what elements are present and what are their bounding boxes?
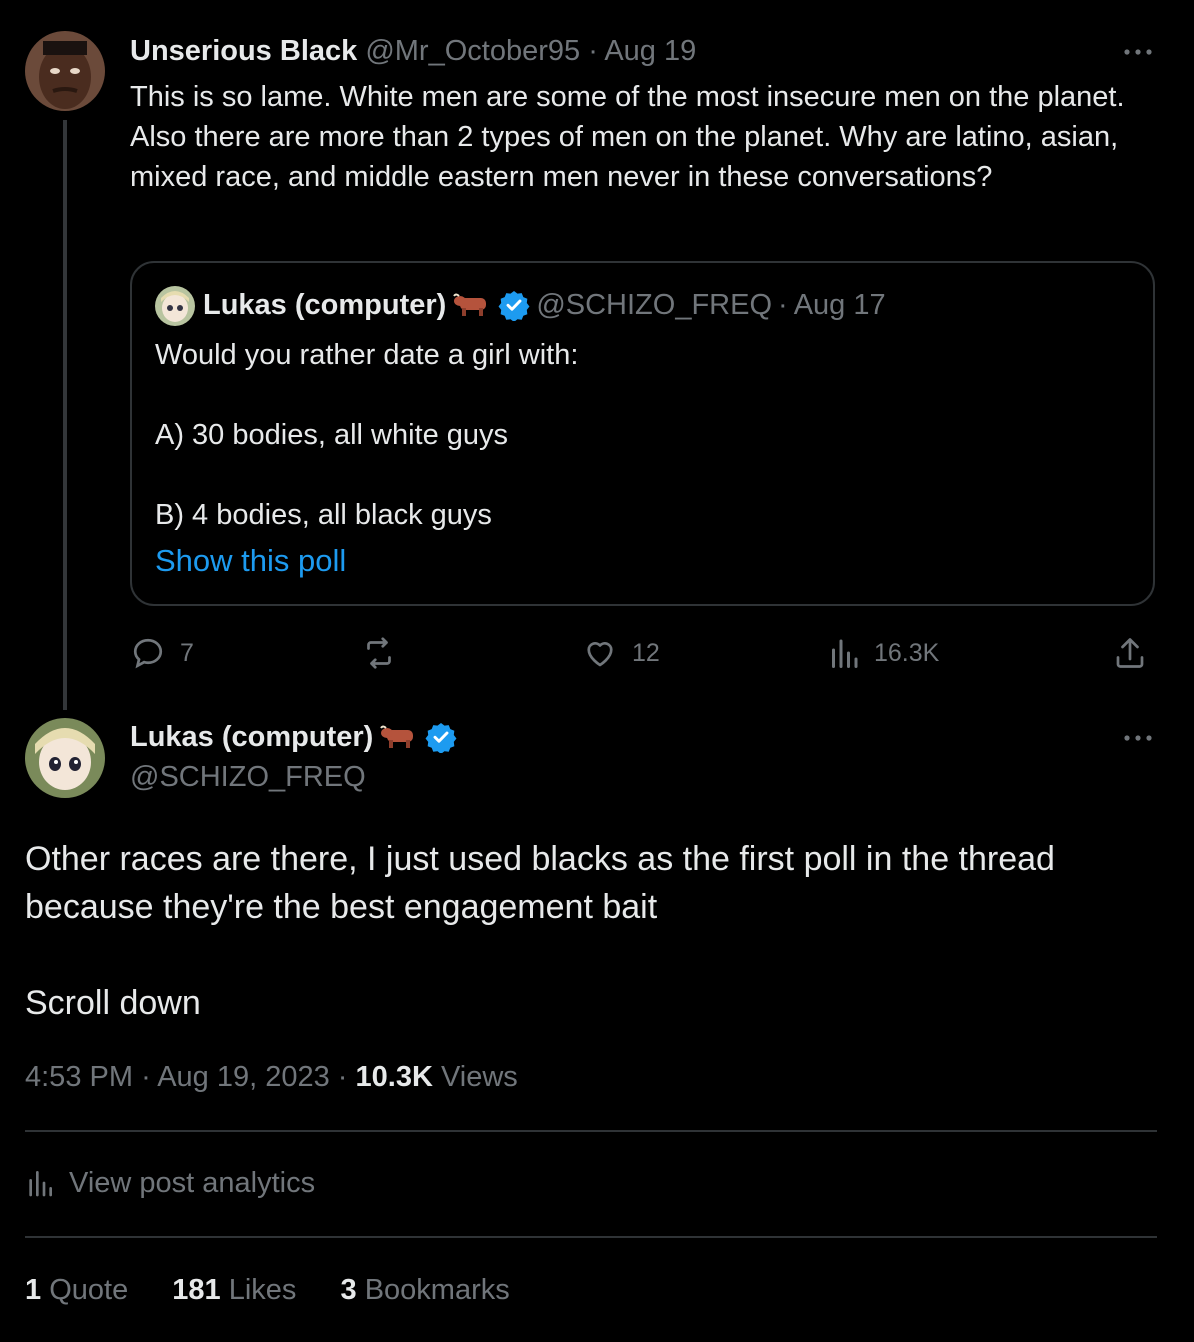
separator-dot: · (778, 289, 788, 321)
views-button[interactable]: 16.3K (828, 635, 939, 671)
likes-stat[interactable]: 181 Likes (172, 1274, 304, 1306)
analytics-icon (25, 1167, 55, 1199)
main-tweet-text: Other races are there, I just used black… (25, 835, 1165, 1027)
reply-icon (130, 635, 166, 671)
repost-button[interactable] (360, 635, 412, 671)
verified-badge-icon (425, 721, 457, 753)
quotes-count: 1 (25, 1274, 42, 1306)
more-icon[interactable] (1122, 730, 1154, 746)
like-count: 12 (632, 638, 660, 667)
separator-dot: · (588, 35, 598, 67)
quote-line-3: B) 4 bodies, all black guys (155, 499, 492, 531)
view-analytics-link[interactable]: View post analytics (25, 1163, 315, 1203)
parent-author-handle[interactable]: @Mr_October95 (365, 35, 580, 67)
tweet-date[interactable]: Aug 19, 2023 (157, 1061, 330, 1093)
like-icon (582, 635, 618, 671)
analytics-label: View post analytics (69, 1167, 316, 1199)
main-author-handle[interactable]: @SCHIZO_FREQ (130, 759, 366, 795)
quote-avatar (155, 286, 195, 326)
main-text-paragraph-1: Other races are there, I just used black… (25, 840, 1055, 926)
share-button[interactable] (1112, 635, 1148, 671)
share-icon (1112, 635, 1148, 671)
bookmarks-stat[interactable]: 3 Bookmarks (340, 1274, 509, 1306)
main-author-row: Lukas (computer) (130, 719, 457, 755)
quotes-stat[interactable]: 1 Quote (25, 1274, 136, 1306)
parent-header: Unserious Black @Mr_October95 · Aug 19 (130, 33, 696, 69)
likes-count: 181 (172, 1274, 221, 1306)
show-poll-link[interactable]: Show this poll (155, 541, 346, 581)
ox-emoji-icon (379, 724, 419, 750)
views-label: Views (440, 1061, 518, 1093)
quote-header: Lukas (computer) @SCHIZO_FREQ · Aug 17 (203, 287, 886, 323)
bookmarks-label: Bookmarks (364, 1274, 510, 1306)
tweet-time[interactable]: 4:53 PM (25, 1061, 133, 1093)
separator-dot: · (337, 1061, 356, 1093)
views-count: 16.3K (874, 638, 940, 667)
main-author-name[interactable]: Lukas (computer) (130, 719, 373, 755)
bookmarks-count: 3 (340, 1274, 357, 1306)
quote-author-name: Lukas (computer) (203, 289, 447, 321)
divider (25, 1236, 1157, 1238)
views-total: 10.3K (355, 1061, 433, 1093)
quotes-label: Quote (49, 1274, 129, 1306)
quote-line-1: Would you rather date a girl with: (155, 339, 579, 371)
divider (25, 1130, 1157, 1132)
thread-line (63, 120, 67, 710)
tweet-meta: 4:53 PM · Aug 19, 2023 · 10.3K Views (25, 1058, 518, 1096)
views-icon (828, 635, 860, 671)
parent-avatar[interactable] (25, 31, 105, 111)
separator-dot: · (141, 1061, 158, 1093)
verified-badge-icon (498, 289, 530, 321)
reply-count: 7 (180, 638, 194, 667)
like-button[interactable]: 12 (582, 635, 660, 671)
parent-tweet-text: This is so lame. White men are some of t… (130, 81, 1125, 193)
main-avatar[interactable] (25, 718, 105, 798)
repost-icon (360, 635, 398, 671)
engagement-stats: 1 Quote 181 Likes 3 Bookmarks (25, 1270, 546, 1310)
main-text-paragraph-2: Scroll down (25, 984, 201, 1022)
quote-date: Aug 17 (793, 289, 886, 321)
likes-label: Likes (228, 1274, 297, 1306)
quote-body: Would you rather date a girl with: A) 30… (155, 335, 1115, 535)
ox-emoji-icon (452, 292, 492, 318)
quote-author-handle: @SCHIZO_FREQ (536, 289, 773, 321)
more-icon[interactable] (1122, 44, 1154, 60)
reply-button[interactable]: 7 (130, 635, 194, 671)
quote-line-2: A) 30 bodies, all white guys (155, 419, 509, 451)
parent-author-name[interactable]: Unserious Black (130, 35, 357, 67)
parent-date[interactable]: Aug 19 (604, 35, 696, 67)
